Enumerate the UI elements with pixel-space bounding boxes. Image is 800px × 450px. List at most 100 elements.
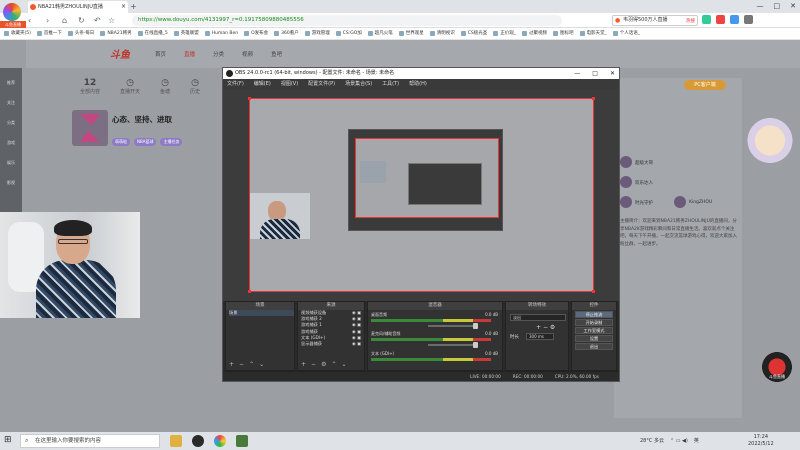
minimize-button[interactable]: — — [757, 0, 764, 13]
nav-item-4[interactable]: 鱼吧 — [271, 50, 282, 58]
extension-green-icon[interactable] — [702, 15, 711, 24]
taskbar-search-input[interactable]: ⌕ 在这里输入你要搜索的内容 — [20, 434, 160, 448]
rank-user[interactable]: KingZHOU — [674, 196, 774, 210]
bookmark-item[interactable]: 游戏管理 — [304, 28, 330, 39]
extension-red-icon[interactable] — [716, 15, 725, 24]
browser-search-input[interactable]: ● 韦羽得500万人直播 热搜 — [612, 15, 698, 26]
duration-input[interactable]: 300 ms — [526, 333, 554, 340]
close-window-button[interactable]: ✕ — [790, 0, 796, 13]
resize-handle[interactable] — [248, 97, 251, 100]
sidebar-item[interactable]: 推荐 — [0, 68, 22, 88]
address-bar[interactable]: https://www.douyu.com/4131997_r=0.191758… — [132, 15, 562, 26]
bookmark-item[interactable]: 过聚视频 — [522, 28, 547, 39]
browser-app-icon[interactable] — [214, 435, 226, 447]
volume-slider[interactable] — [428, 342, 478, 348]
menu-icon[interactable] — [744, 15, 753, 24]
up-icon[interactable]: ⌃ — [331, 361, 336, 368]
exit-button[interactable]: 退出 — [575, 343, 613, 350]
windows-start-icon[interactable]: ⊞ — [4, 435, 12, 445]
extension-blue-icon[interactable] — [730, 15, 739, 24]
channel-tag[interactable]: 萌萌哒 — [112, 138, 130, 146]
source-item[interactable]: 显示器捕获 ◉ ▣ — [301, 341, 364, 347]
remove-icon[interactable]: − — [543, 324, 548, 331]
game-app-icon[interactable] — [236, 435, 248, 447]
channel-avatar[interactable] — [72, 110, 108, 146]
gear-icon[interactable]: ⚙ — [321, 361, 326, 368]
bookmark-item[interactable]: 个人话语_ — [612, 28, 640, 39]
site-title[interactable]: 斗鱼 — [110, 46, 130, 61]
bookmark-item[interactable]: 360看户 — [274, 28, 299, 39]
bookmark-item[interactable]: 英雄联盟 — [173, 28, 199, 39]
bookmark-item[interactable]: 图标吧 — [553, 28, 574, 39]
up-icon[interactable]: ⌃ — [249, 361, 254, 368]
scene-item[interactable]: 场景 — [229, 310, 294, 317]
bookmark-item[interactable]: NBA21韩男 — [100, 28, 132, 39]
bookmark-item[interactable]: CS极光圣 — [460, 28, 487, 39]
bookmark-item[interactable]: 首推一下 — [36, 28, 62, 39]
back-icon[interactable]: ‹ — [28, 13, 31, 28]
sidebar-item[interactable]: 影视 — [0, 168, 22, 188]
weather[interactable]: 28°C 多云 — [640, 432, 664, 450]
sidebar-item[interactable]: 关注 — [0, 88, 22, 108]
forward-icon[interactable]: › — [46, 13, 49, 28]
minimize-button[interactable]: — — [574, 68, 580, 79]
nav-item-0[interactable]: 首页 — [155, 50, 166, 58]
channel-tag[interactable]: 主播任务 — [160, 138, 183, 146]
star-icon[interactable]: ☆ — [108, 13, 115, 28]
sidebar-item[interactable]: 娱乐 — [0, 148, 22, 168]
nav-item-2[interactable]: 分类 — [213, 50, 224, 58]
resize-handle[interactable] — [592, 290, 595, 293]
nav-item-3[interactable]: 视频 — [242, 50, 253, 58]
resize-handle[interactable] — [248, 290, 251, 293]
bookmark-item[interactable]: 电影天堂_ — [579, 28, 607, 39]
new-tab-icon[interactable]: + — [130, 1, 137, 12]
pc-client-button[interactable]: PC客户端 — [684, 80, 726, 90]
channel-tag[interactable]: NBA篮球 — [134, 138, 157, 146]
bookmark-item[interactable]: 收藏夹(5) — [4, 28, 31, 39]
taskbar-clock[interactable]: 17:24 2022/5/12 — [748, 434, 774, 448]
start-recording-button[interactable]: 开始录制 — [575, 319, 613, 326]
nav-item-1[interactable]: 直播 — [184, 50, 195, 58]
home-icon[interactable]: ⌂ — [62, 13, 67, 28]
bookmark-item[interactable]: 世界观星 — [398, 28, 424, 39]
bookmark-item[interactable]: CS:GO加 — [335, 28, 362, 39]
rank-user[interactable]: 欢乐达人 — [620, 176, 720, 190]
obs-menu-item[interactable]: 编辑(E) — [254, 79, 271, 89]
transition-select[interactable]: 淡出 — [510, 314, 566, 321]
settings-button[interactable]: 设置 — [575, 335, 613, 342]
down-icon[interactable]: ⌄ — [259, 361, 264, 368]
studio-mode-button[interactable]: 工作室模式 — [575, 327, 613, 334]
douyu-logo[interactable]: 斗鱼直播 — [0, 2, 26, 28]
undo-icon[interactable]: ↶ — [94, 13, 101, 28]
resize-handle[interactable] — [592, 97, 595, 100]
stat-item[interactable]: ◷ 鱼塘 — [160, 78, 170, 95]
obs-menu-item[interactable]: 文件(F) — [227, 79, 244, 89]
add-icon[interactable]: + — [301, 361, 306, 368]
gear-icon[interactable]: ⚙ — [550, 324, 555, 331]
volume-slider[interactable] — [428, 323, 478, 329]
tray-icons[interactable]: ⌃ ▭ ◀) — [670, 432, 688, 450]
obs-canvas[interactable] — [248, 97, 595, 293]
input-language[interactable]: 英 — [694, 432, 699, 450]
bookmark-item[interactable]: 头条·每日 — [67, 28, 94, 39]
browser-tab[interactable]: NBA21韩男ZHOULINJU直播 × — [28, 1, 128, 13]
close-window-button[interactable]: ✕ — [610, 68, 615, 79]
rank-user[interactable]: 超级大哥 — [620, 156, 720, 170]
obs-menu-item[interactable]: 配置文件(P) — [308, 79, 335, 89]
bookmark-item[interactable]: 清明视识 — [429, 28, 455, 39]
sidebar-item[interactable]: 游戏 — [0, 128, 22, 148]
close-tab-icon[interactable]: × — [121, 1, 126, 13]
bookmark-item[interactable]: Human Ben — [204, 28, 238, 39]
add-icon[interactable]: + — [229, 361, 234, 368]
bookmark-item[interactable]: 在线直播_5 — [137, 28, 168, 39]
stat-item[interactable]: 12 全部内容 — [80, 78, 100, 95]
down-icon[interactable]: ⌄ — [341, 361, 346, 368]
bookmark-item[interactable]: 超凡火笔 — [367, 28, 393, 39]
file-explorer-icon[interactable] — [170, 435, 182, 447]
remove-icon[interactable]: − — [239, 361, 244, 368]
eye-lock-icon[interactable]: ◉ ▣ — [352, 341, 361, 347]
stat-item[interactable]: ◷ 历史 — [190, 78, 200, 95]
obs-menu-item[interactable]: 帮助(H) — [409, 79, 427, 89]
add-icon[interactable]: + — [536, 324, 541, 331]
maximize-button[interactable]: □ — [592, 68, 598, 79]
